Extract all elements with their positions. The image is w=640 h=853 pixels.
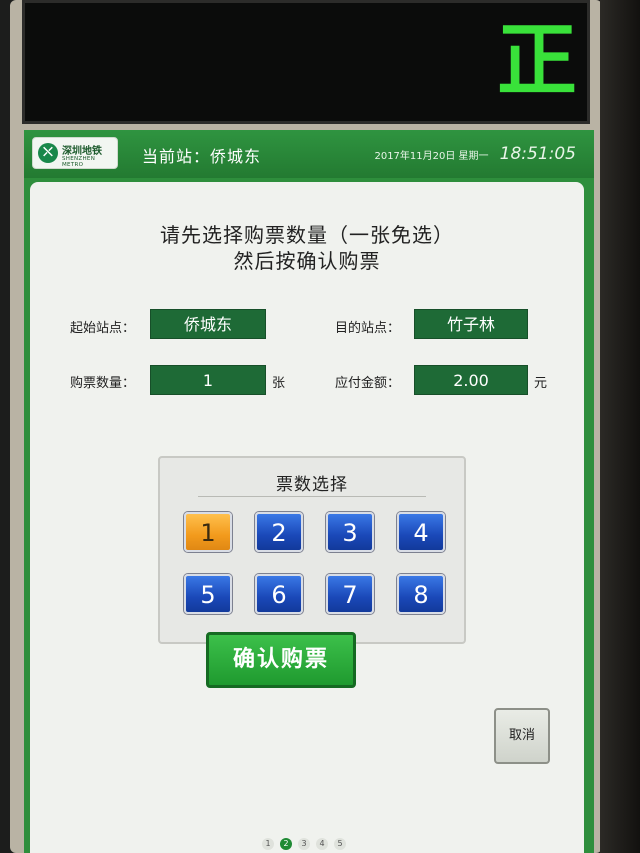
ticket-count-button-1[interactable]: 1 bbox=[184, 512, 232, 552]
ticket-count-button-7[interactable]: 7 bbox=[326, 574, 374, 614]
destination-station-field: 竹子林 bbox=[414, 309, 528, 339]
ticket-count-button-2[interactable]: 2 bbox=[255, 512, 303, 552]
ticket-count-button-8[interactable]: 8 bbox=[397, 574, 445, 614]
cancel-button[interactable]: 取消 bbox=[494, 708, 550, 764]
page-indicator: 1 2 3 4 5 bbox=[262, 838, 346, 852]
ticket-selector-divider bbox=[198, 496, 426, 497]
ticket-count-button-6[interactable]: 6 bbox=[255, 574, 303, 614]
ticket-selector-title: 票数选择 bbox=[276, 475, 348, 495]
logo-text-en: SHENZHEN METRO bbox=[62, 156, 96, 168]
led-display: 正 bbox=[22, 0, 590, 124]
amount-field: 2.00 bbox=[414, 365, 528, 395]
header-bar: ⛌ 深圳地铁 SHENZHEN METRO 当前站：侨城东 2017年11月20… bbox=[24, 130, 594, 178]
metro-logo-icon: ⛌ bbox=[38, 143, 58, 163]
instruction-text: 请先选择购票数量（一张免选） 然后按确认购票 bbox=[30, 222, 584, 274]
ticket-count-selector: 票数选择 1 2 3 4 5 6 7 8 bbox=[158, 456, 466, 644]
current-station: 当前站：侨城东 bbox=[142, 147, 262, 166]
page-dot-4: 4 bbox=[316, 838, 328, 850]
date-text: 2017年11月20日 星期一 bbox=[374, 151, 489, 162]
page-dot-3: 3 bbox=[298, 838, 310, 850]
time-text: 18:51:05 bbox=[499, 144, 576, 164]
page-dot-2: 2 bbox=[280, 838, 292, 850]
instruction-line-2: 然后按确认购票 bbox=[233, 249, 381, 273]
logo-text-cn: 深圳地铁 bbox=[62, 146, 102, 157]
ticket-count-button-3[interactable]: 3 bbox=[326, 512, 374, 552]
datetime-display: 2017年11月20日 星期一 18:51:05 bbox=[374, 144, 576, 164]
instruction-line-1: 请先选择购票数量（一张免选） bbox=[160, 223, 454, 247]
confirm-purchase-button[interactable]: 确认购票 bbox=[206, 632, 356, 688]
destination-label: 目的站点： bbox=[335, 321, 401, 336]
ticket-count-button-4[interactable]: 4 bbox=[397, 512, 445, 552]
page-dot-1: 1 bbox=[262, 838, 274, 850]
origin-station-field: 侨城东 bbox=[150, 309, 266, 339]
machine-frame bbox=[600, 0, 640, 853]
page-dot-5: 5 bbox=[334, 838, 346, 850]
quantity-unit: 张 bbox=[272, 376, 286, 391]
quantity-field: 1 bbox=[150, 365, 266, 395]
amount-unit: 元 bbox=[534, 376, 548, 391]
led-glyph: 正 bbox=[497, 14, 577, 107]
shenzhen-metro-logo: ⛌ 深圳地铁 SHENZHEN METRO bbox=[32, 137, 118, 169]
amount-label: 应付金额： bbox=[335, 376, 401, 391]
origin-label: 起始站点： bbox=[70, 321, 136, 336]
ticket-count-button-5[interactable]: 5 bbox=[184, 574, 232, 614]
quantity-label: 购票数量： bbox=[70, 376, 136, 391]
